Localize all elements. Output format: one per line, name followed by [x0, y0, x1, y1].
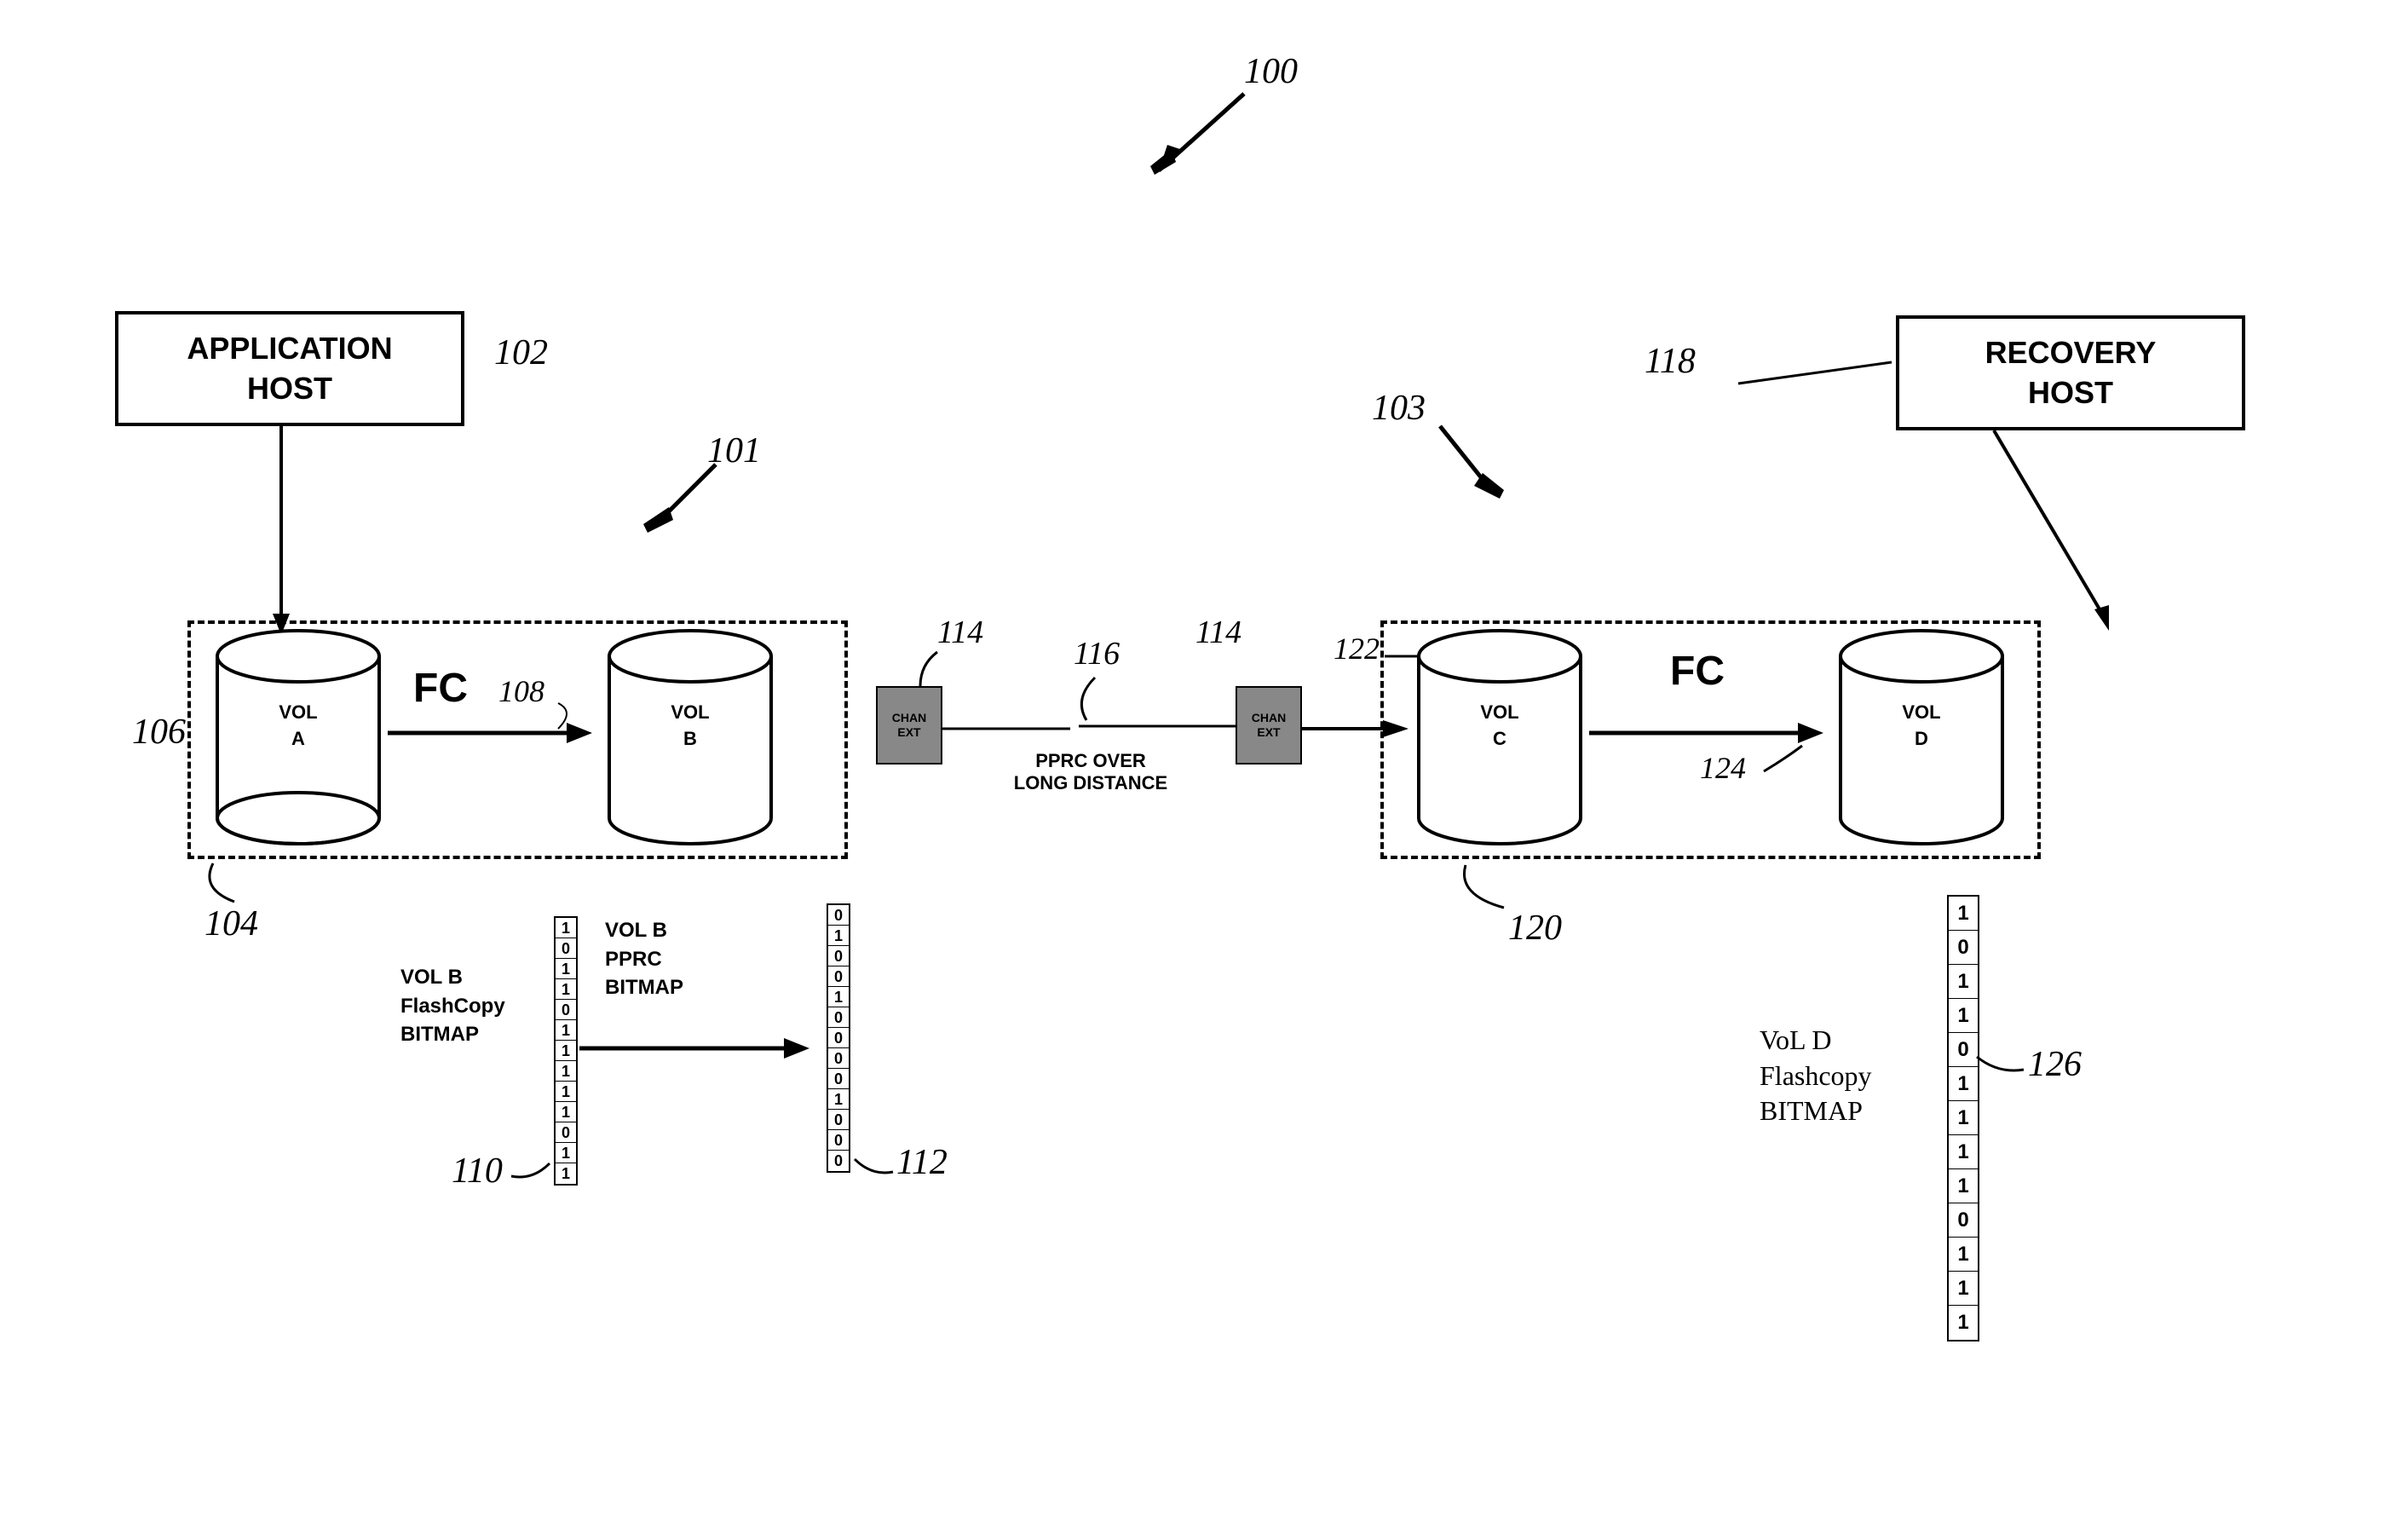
recovery-host-connector — [1721, 337, 2130, 643]
ref-118: 118 — [1645, 341, 1696, 382]
bitmap-cell: 1 — [556, 1102, 576, 1122]
ref-106: 106 — [132, 712, 186, 753]
bitmap-pprc-label: VOL B PPRC BITMAP — [605, 916, 683, 1002]
ref-110-line — [507, 1155, 558, 1189]
ref-122: 122 — [1334, 631, 1380, 666]
fc-label-left: FC — [413, 665, 468, 712]
arrow-100 — [1133, 85, 1261, 188]
application-host-box: APPLICATION HOST — [115, 311, 464, 426]
volume-a-cylinder: VOL A — [213, 626, 383, 848]
bitmap-cell: 0 — [828, 905, 849, 926]
ref-110: 110 — [452, 1151, 503, 1191]
bitmap-cell: 1 — [556, 1143, 576, 1163]
bitmap-pprc-strip: 0100100001000 — [827, 903, 850, 1173]
volume-b-cylinder: VOL B — [605, 626, 775, 848]
bitmap-cell: 0 — [1949, 1203, 1978, 1238]
bitmap-cell: 1 — [1949, 1101, 1978, 1135]
bitmap-cell: 1 — [1949, 1135, 1978, 1169]
bitmap-cell: 0 — [828, 1110, 849, 1130]
bitmap-cell: 0 — [828, 1069, 849, 1089]
bitmap-cell: 1 — [1949, 965, 1978, 999]
bitmap-cell: 0 — [828, 1048, 849, 1069]
bitmap-cell: 0 — [828, 1151, 849, 1171]
vol-a-line1: VOL — [279, 701, 317, 723]
bitmap-cell: 1 — [1949, 999, 1978, 1033]
ref-116: 116 — [1074, 635, 1120, 672]
bitmap-cell: 1 — [556, 1020, 576, 1041]
arrow-103 — [1432, 418, 1517, 511]
ref-108: 108 — [498, 673, 544, 709]
ref-104-line — [192, 859, 260, 910]
arrow-bitmaps — [579, 1036, 818, 1061]
vol-b-line2: B — [683, 728, 697, 749]
bitmap-cell: 1 — [556, 1041, 576, 1061]
ref-124-line — [1760, 741, 1811, 776]
ref-114-left: 114 — [937, 614, 983, 651]
pprc-over-label: PPRC OVER LONG DISTANCE — [959, 750, 1223, 794]
bitmap-cell: 0 — [828, 966, 849, 987]
bitmap-vold-strip: 1011011110111 — [1947, 895, 1979, 1341]
app-host-connector — [239, 426, 324, 648]
bitmap-cell: 0 — [556, 938, 576, 959]
ref-126-line — [1973, 1048, 2032, 1082]
ref-126: 126 — [2028, 1044, 2082, 1085]
bitmap-cell: 0 — [828, 1007, 849, 1028]
bitmap-cell: 1 — [556, 918, 576, 938]
bitmap-cell: 1 — [1949, 897, 1978, 931]
vol-c-line2: C — [1493, 728, 1506, 749]
bitmap-cell: 1 — [556, 979, 576, 1000]
ref-114-right: 114 — [1195, 614, 1241, 651]
bitmap-cell: 1 — [556, 1082, 576, 1102]
vol-c-line1: VOL — [1480, 701, 1518, 723]
vol-b-line1: VOL — [671, 701, 709, 723]
ref-102: 102 — [494, 332, 548, 373]
ref-112-line — [850, 1151, 902, 1185]
ref-112: 112 — [896, 1142, 948, 1183]
ref-120-line — [1457, 861, 1525, 916]
bitmap-cell: 1 — [828, 987, 849, 1007]
bitmap-cell: 0 — [828, 1028, 849, 1048]
bitmap-cell: 1 — [828, 1089, 849, 1110]
bitmap-d-label: VoL D Flashcopy BITMAP — [1760, 1023, 1872, 1129]
ref-124: 124 — [1700, 750, 1746, 786]
bitmap-cell: 0 — [828, 946, 849, 966]
ref-103: 103 — [1372, 388, 1426, 429]
ref-116-line — [1069, 673, 1112, 724]
chan-ext-right-label: CHAN EXT — [1252, 711, 1286, 740]
ref-114-left-line — [912, 648, 946, 690]
bitmap-flashcopy-strip: 1011011111011 — [554, 916, 578, 1186]
bitmap-cell: 0 — [556, 1122, 576, 1143]
bitmap-cell: 0 — [1949, 931, 1978, 965]
fc-label-right: FC — [1670, 648, 1725, 695]
bitmap-cell: 1 — [1949, 1272, 1978, 1306]
bitmap-cell: 1 — [556, 959, 576, 979]
arrow-101 — [631, 456, 733, 541]
ref-122-line — [1385, 643, 1427, 669]
bitmap-cell: 0 — [828, 1130, 849, 1151]
chan-ext-left-label: CHAN EXT — [892, 711, 926, 740]
volume-c-cylinder: VOL C — [1414, 626, 1585, 848]
bitmap-cell: 1 — [556, 1163, 576, 1184]
vol-a-line2: A — [291, 728, 305, 749]
bitmap-cell: 1 — [1949, 1169, 1978, 1203]
bitmap-cell: 1 — [1949, 1306, 1978, 1340]
vol-d-line2: D — [1915, 728, 1928, 749]
ref-108-curve — [545, 699, 588, 733]
vol-d-line1: VOL — [1902, 701, 1940, 723]
bitmap-cell: 1 — [556, 1061, 576, 1082]
chan-ext-left: CHAN EXT — [876, 686, 942, 764]
application-host-label: APPLICATION HOST — [187, 329, 392, 409]
chan-ext-right: CHAN EXT — [1236, 686, 1302, 764]
bitmap-cell: 0 — [556, 1000, 576, 1020]
bitmap-cell: 1 — [1949, 1238, 1978, 1272]
bitmap-fc-label: VOL B FlashCopy BITMAP — [400, 963, 505, 1049]
bitmap-cell: 1 — [828, 926, 849, 946]
volume-d-cylinder: VOL D — [1836, 626, 2007, 848]
